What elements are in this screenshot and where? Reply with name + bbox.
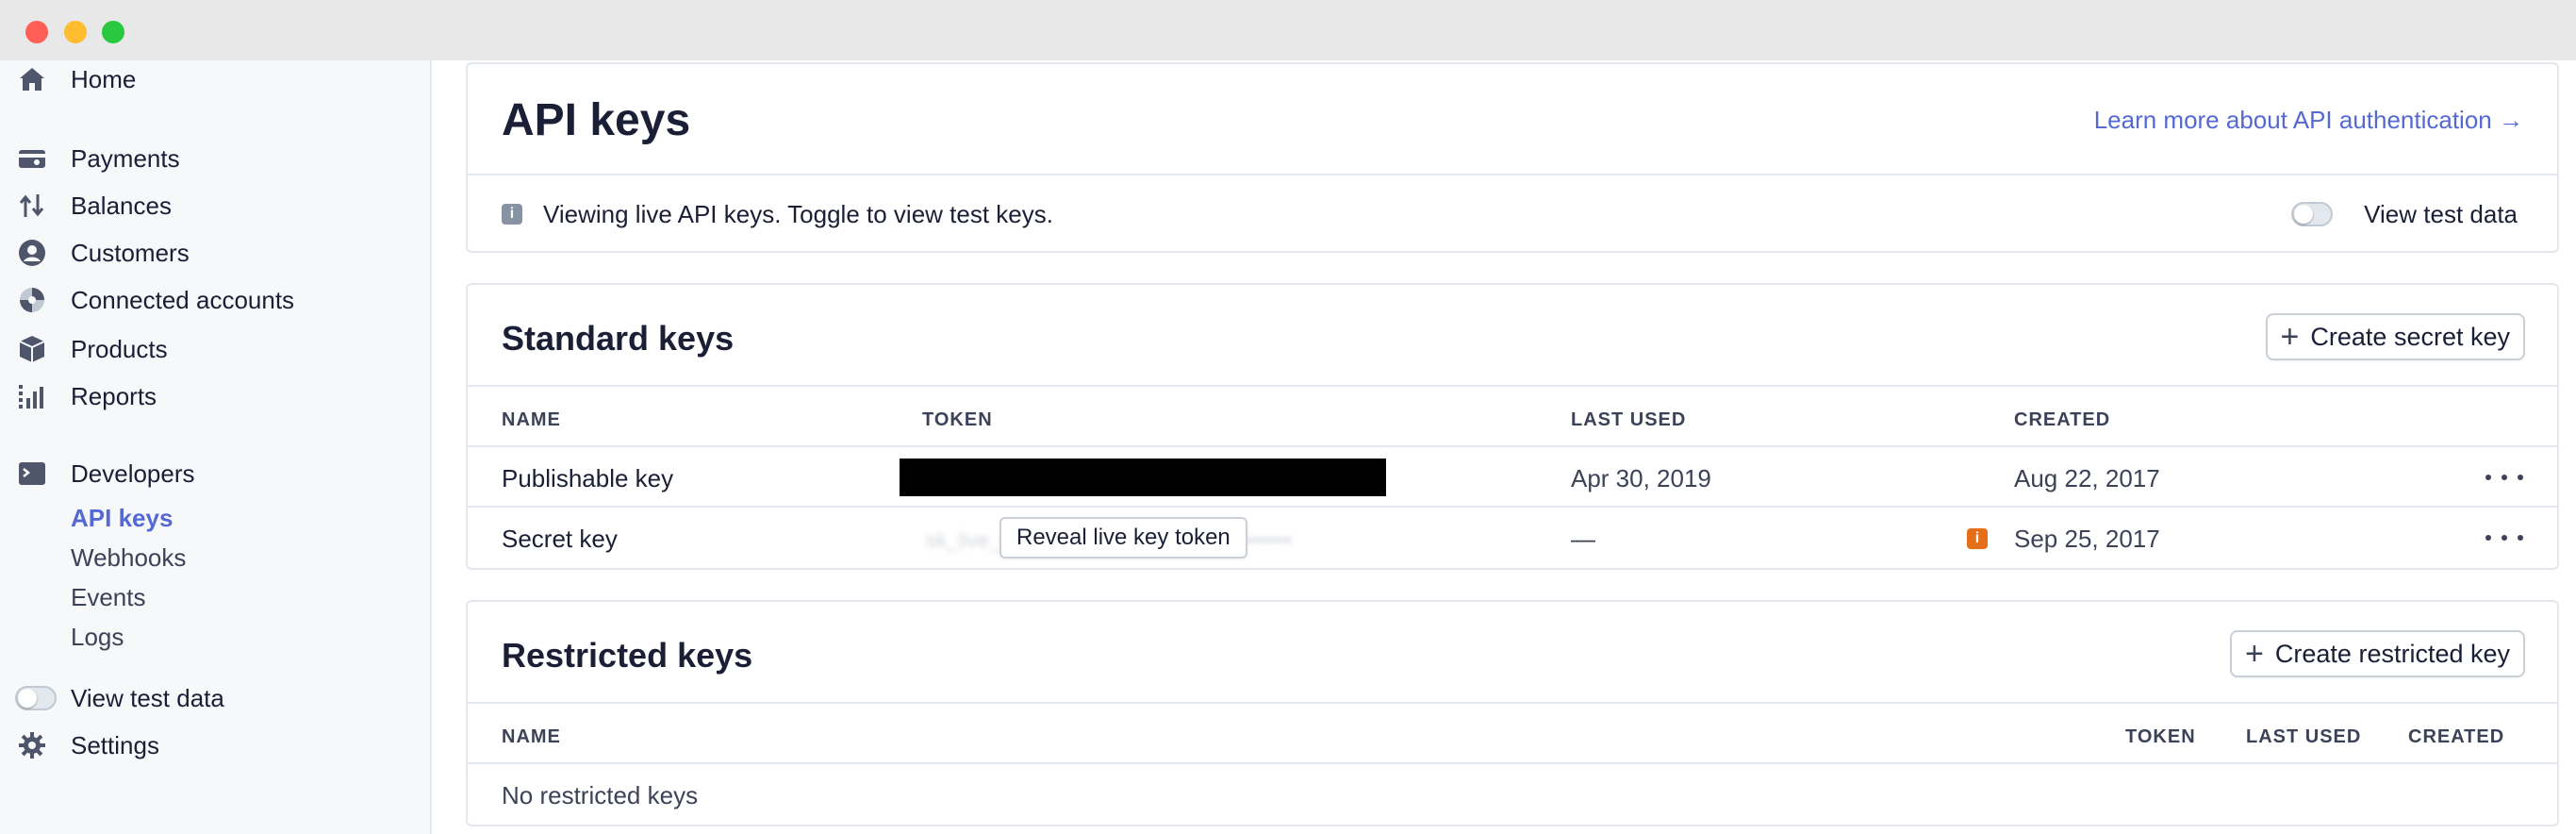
last-used: Apr 30, 2019	[1571, 464, 1711, 492]
payments-icon	[17, 143, 47, 174]
column-header-token: TOKEN	[2125, 726, 2196, 747]
create-restricted-key-label: Create restricted key	[2274, 639, 2510, 668]
create-restricted-key-button[interactable]: + Create restricted key	[2230, 630, 2525, 677]
empty-state-message: No restricted keys	[502, 781, 699, 809]
column-header-last-used: LAST USED	[1571, 409, 1687, 430]
live-keys-notice: Viewing live API keys. Toggle to view te…	[543, 200, 1053, 228]
sidebar-item-label: Developers	[71, 459, 195, 488]
divider	[468, 702, 2557, 704]
restricted-keys-title: Restricted keys	[502, 636, 753, 675]
sidebar-subitem-logs[interactable]: Logs	[71, 623, 124, 652]
reveal-live-key-button[interactable]: Reveal live key token	[999, 517, 1247, 559]
redacted-token	[900, 459, 1386, 496]
divider	[468, 445, 2557, 447]
sidebar: Home Payments Balances Customers Connect…	[0, 60, 432, 834]
divider	[468, 385, 2557, 387]
more-options-icon[interactable]	[2485, 528, 2523, 547]
api-keys-header-card: API keys Learn more about API authentica…	[466, 62, 2559, 253]
column-header-created: CREATED	[2408, 726, 2505, 747]
minimize-window-button[interactable]	[64, 21, 87, 43]
sidebar-item-label: Connected accounts	[71, 285, 295, 314]
sidebar-item-label: Reports	[71, 381, 157, 410]
sidebar-item-label: Settings	[71, 730, 159, 759]
column-header-last-used: LAST USED	[2246, 726, 2362, 747]
plus-icon: +	[2245, 636, 2264, 672]
connected-accounts-icon	[17, 285, 47, 315]
column-header-name: NAME	[502, 409, 561, 430]
restricted-keys-card: Restricted keys + Create restricted key …	[466, 600, 2559, 826]
view-test-data-toggle[interactable]	[2291, 202, 2333, 226]
gear-icon	[17, 730, 47, 760]
created-date: Aug 22, 2017	[2014, 464, 2160, 492]
customers-icon	[17, 238, 47, 268]
home-icon	[17, 64, 47, 94]
view-test-data-label: View test data	[2364, 200, 2518, 228]
column-header-token: TOKEN	[922, 409, 993, 430]
maximize-window-button[interactable]	[102, 21, 124, 43]
learn-more-label: Learn more about API authentication	[2093, 106, 2492, 134]
standard-keys-card: Standard keys + Create secret key NAME T…	[466, 283, 2559, 570]
sidebar-item-label: View test data	[71, 683, 224, 712]
sidebar-item-label: Products	[71, 334, 168, 363]
learn-more-link[interactable]: Learn more about API authentication →	[2094, 106, 2523, 135]
more-options-icon[interactable]	[2485, 468, 2523, 487]
sidebar-item-label: Payments	[71, 143, 180, 173]
warning-icon[interactable]: i	[1967, 528, 1988, 549]
column-header-created: CREATED	[2014, 409, 2111, 430]
key-name: Secret key	[502, 525, 618, 553]
sidebar-subitem-webhooks[interactable]: Webhooks	[71, 543, 186, 573]
created-date: Sep 25, 2017	[2014, 525, 2160, 553]
key-name: Publishable key	[502, 464, 674, 492]
standard-keys-title: Standard keys	[502, 319, 735, 358]
products-icon	[17, 334, 47, 364]
divider	[468, 762, 2557, 764]
sidebar-item-label: Customers	[71, 238, 190, 267]
sidebar-item-label: Home	[71, 64, 137, 93]
balances-icon	[17, 191, 47, 221]
info-icon: i	[502, 204, 522, 225]
close-window-button[interactable]	[25, 21, 48, 43]
page-title: API keys	[502, 95, 691, 145]
last-used: —	[1571, 525, 1595, 553]
column-header-name: NAME	[502, 726, 561, 747]
create-secret-key-button[interactable]: + Create secret key	[2265, 313, 2525, 360]
test-data-toggle[interactable]	[15, 686, 57, 710]
arrow-right-icon: →	[2499, 106, 2523, 134]
terminal-icon	[17, 459, 47, 489]
sidebar-subitem-api-keys[interactable]: API keys	[71, 504, 173, 533]
divider	[468, 174, 2557, 175]
window-titlebar	[0, 0, 2576, 60]
plus-icon: +	[2280, 319, 2300, 355]
divider	[468, 506, 2557, 508]
create-secret-key-label: Create secret key	[2310, 322, 2510, 351]
sidebar-subitem-events[interactable]: Events	[71, 583, 146, 612]
sidebar-item-label: Balances	[71, 191, 172, 220]
reports-icon	[17, 381, 47, 411]
